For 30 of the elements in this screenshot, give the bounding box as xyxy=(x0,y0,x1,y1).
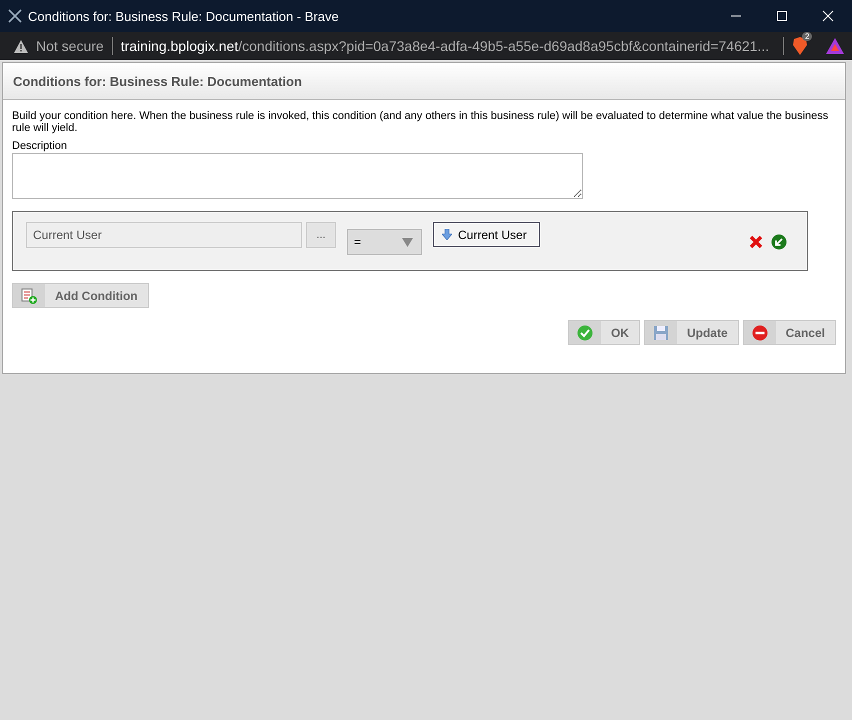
triangle-icon[interactable] xyxy=(826,38,844,54)
update-button[interactable]: Update xyxy=(644,320,739,345)
add-condition-button[interactable]: Add Condition xyxy=(12,283,149,308)
app-icon xyxy=(8,9,22,23)
url-text[interactable]: training.bplogix.net/conditions.aspx?pid=0a73a8e4-adfa-49b5-a55e-d69ad8a95cbf&containerid=74621... xyxy=(120,38,775,54)
browse-button[interactable]: ... xyxy=(306,222,336,248)
dropdown-arrow-icon xyxy=(402,238,413,246)
down-arrow-icon xyxy=(442,229,452,240)
close-icon[interactable] xyxy=(822,10,834,22)
intro-text: Build your condition here. When the business rule is invoked, this condition (and any others in this business rule) will be evaluated to determine what value the business rule will yield. xyxy=(12,110,830,134)
save-icon xyxy=(652,324,669,340)
left-value-field[interactable]: Current User xyxy=(26,222,302,248)
window-title: Conditions for: Business Rule: Documentation - Brave xyxy=(28,8,340,24)
arrow-circle-icon[interactable] xyxy=(771,234,787,250)
stop-icon xyxy=(752,324,768,340)
shield-icon[interactable] xyxy=(792,37,808,55)
delete-icon[interactable] xyxy=(749,235,763,249)
warning-icon xyxy=(14,40,28,52)
maximize-icon[interactable] xyxy=(776,10,788,22)
dialog-heading: Conditions for: Business Rule: Documentation xyxy=(13,74,302,88)
badge: 2 xyxy=(802,32,812,41)
value-button[interactable]: Current User xyxy=(433,222,540,247)
description-field[interactable] xyxy=(12,153,583,199)
description-label: Description xyxy=(12,140,68,152)
security-label[interactable]: Not secure xyxy=(36,38,104,54)
check-icon xyxy=(576,324,593,340)
cancel-button[interactable]: Cancel xyxy=(742,320,836,345)
list-add-icon xyxy=(21,288,37,304)
ok-button[interactable]: OK xyxy=(568,320,640,345)
operator-dropdown[interactable]: = xyxy=(347,229,422,255)
